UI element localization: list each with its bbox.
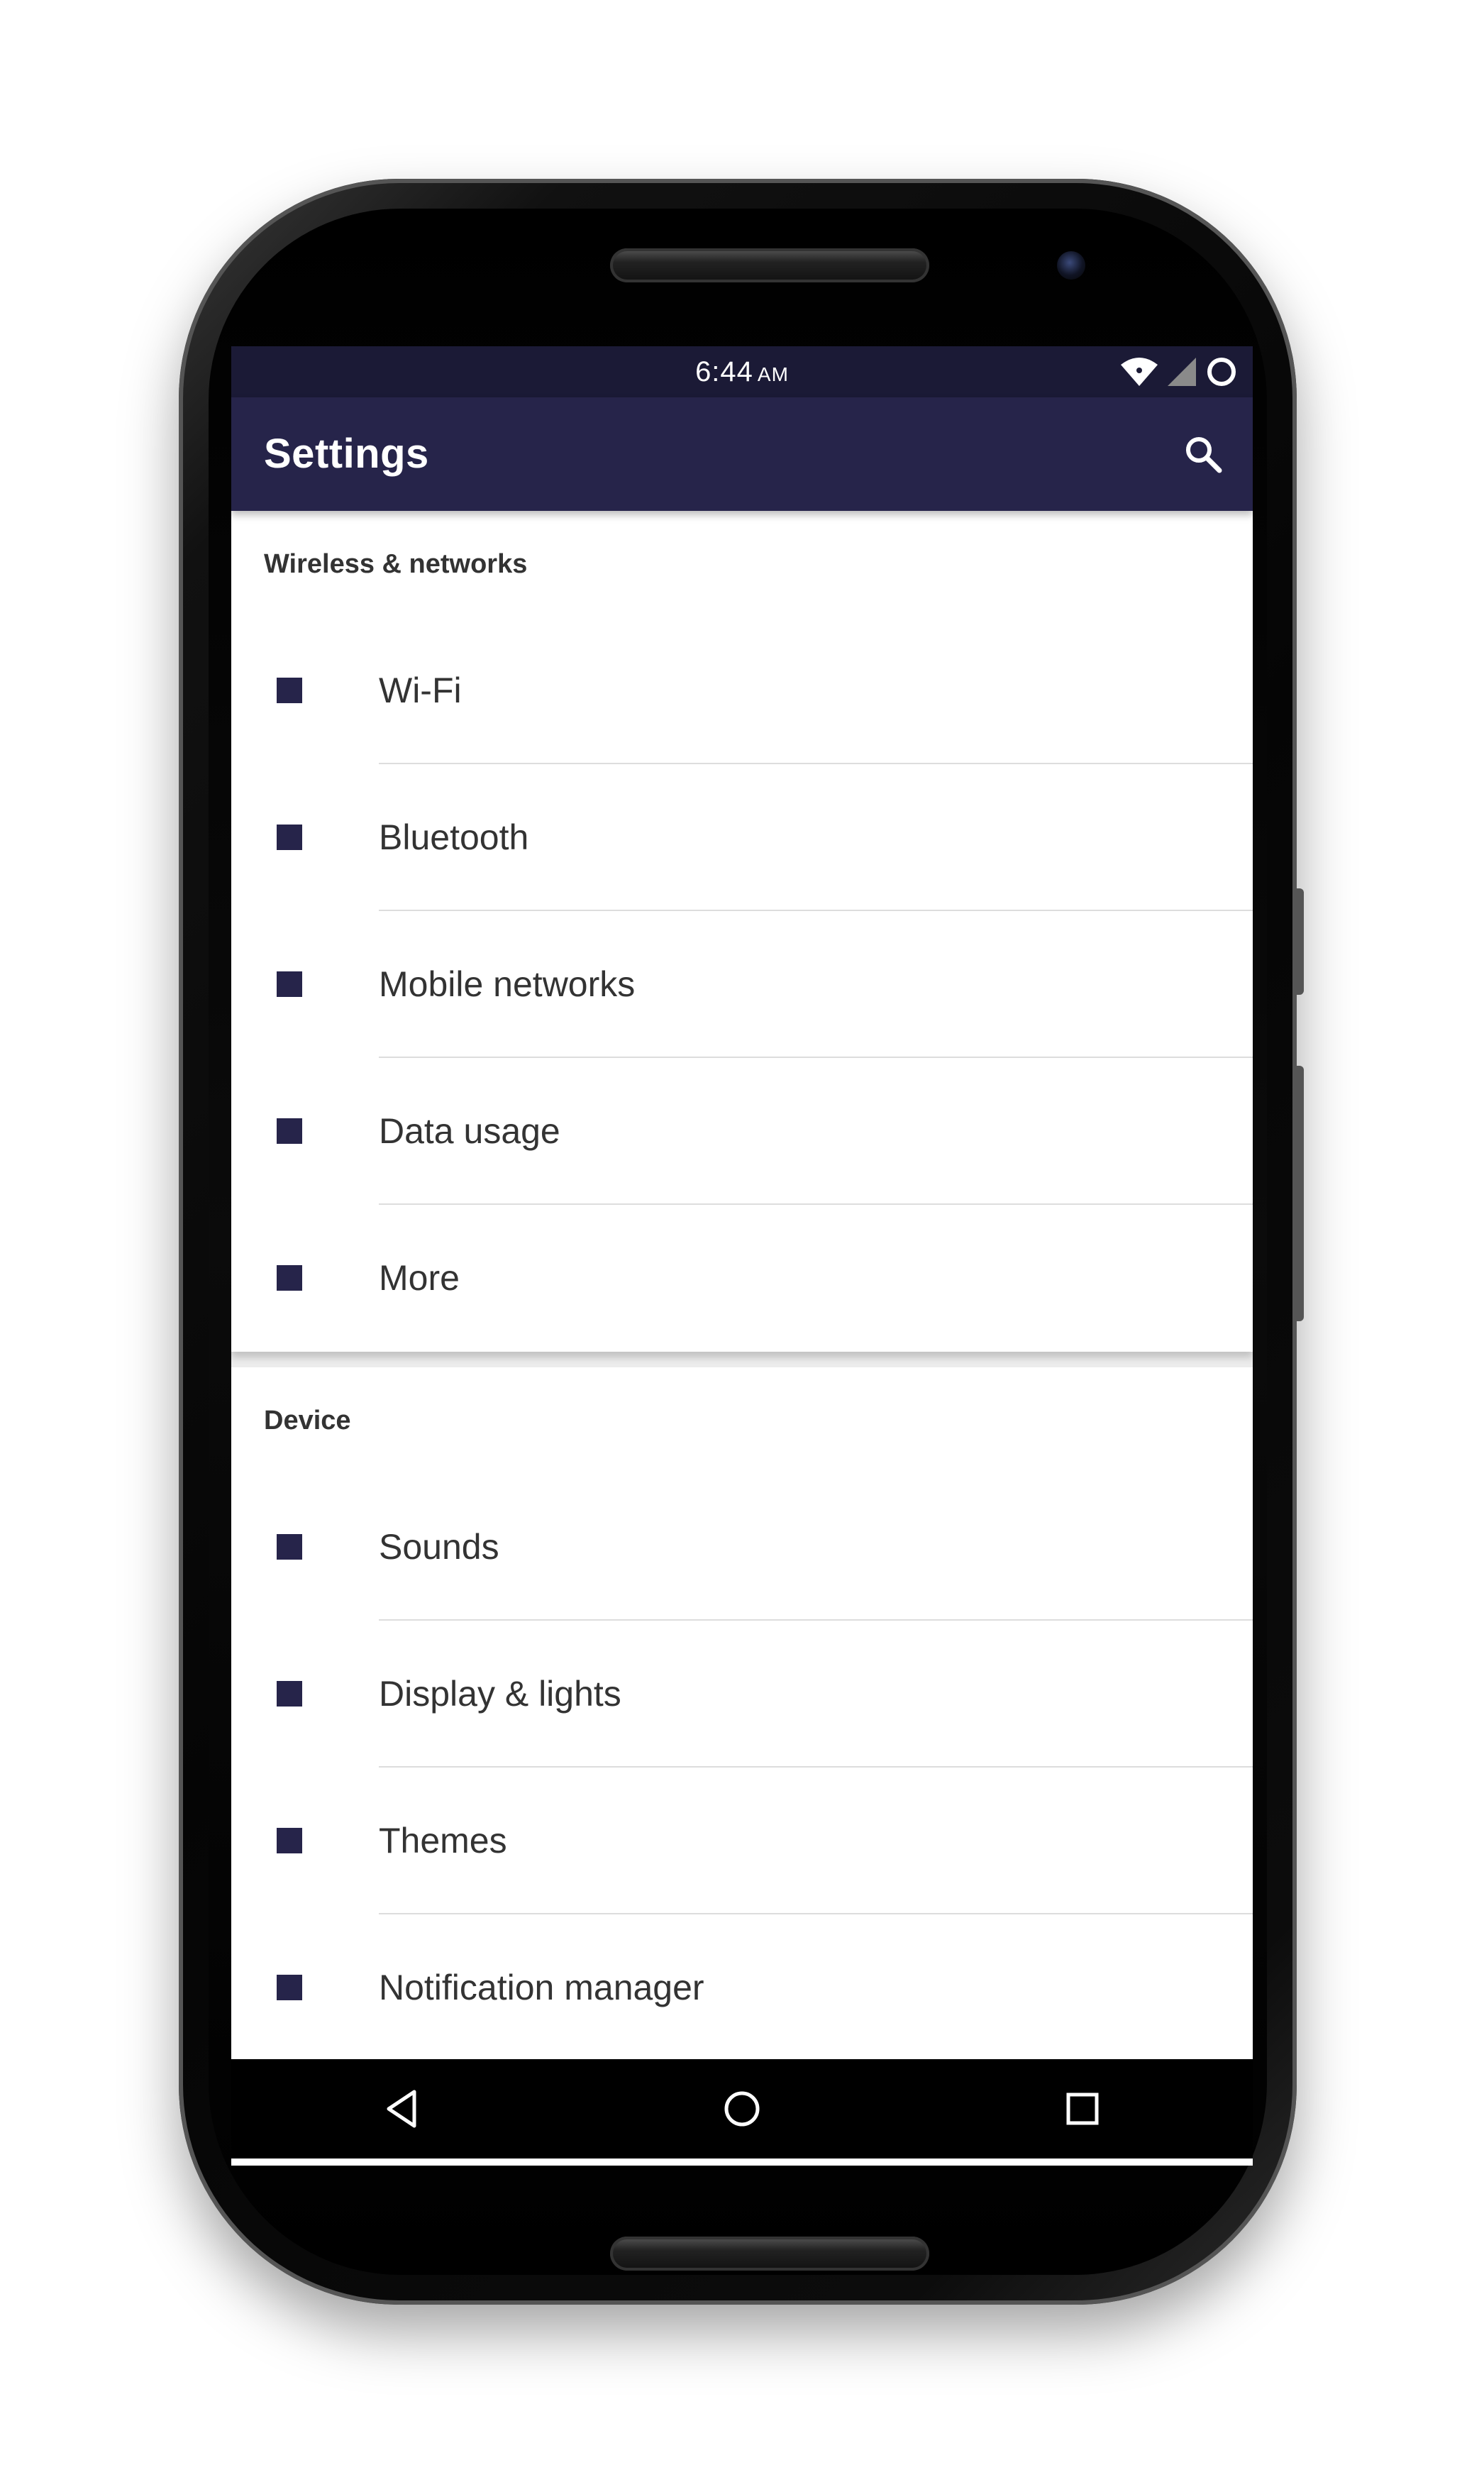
front-camera <box>1057 251 1085 280</box>
app-bar: Settings <box>231 397 1253 511</box>
display-icon <box>277 1681 302 1707</box>
settings-item-label: Sounds <box>379 1527 499 1567</box>
wifi-icon <box>1121 358 1158 386</box>
status-time-ampm: AM <box>757 363 789 385</box>
page-title: Settings <box>264 431 429 477</box>
settings-item-label: Display & lights <box>379 1674 621 1714</box>
settings-item-label: Bluetooth <box>379 817 529 857</box>
settings-item-themes[interactable]: Themes <box>231 1768 1253 1914</box>
sounds-icon <box>277 1534 302 1560</box>
settings-item-label: Data usage <box>379 1111 560 1151</box>
section-wireless-networks: Wireless & networks Wi-Fi Bluetooth Mobi… <box>231 511 1253 1352</box>
more-icon <box>277 1265 302 1291</box>
section-device: Device Sounds Display & lights Themes Notifi… <box>231 1367 1253 2166</box>
home-button[interactable] <box>699 2066 785 2151</box>
settings-item-mobile-networks[interactable]: Mobile networks <box>231 911 1253 1058</box>
settings-item-label: More <box>379 1258 460 1298</box>
back-button[interactable] <box>359 2066 444 2151</box>
recents-button[interactable] <box>1040 2066 1125 2151</box>
settings-item-display-lights[interactable]: Display & lights <box>231 1621 1253 1768</box>
volume-rocker <box>1297 1066 1304 1321</box>
section-header: Device <box>264 1406 351 1435</box>
section-header: Wireless & networks <box>264 549 528 579</box>
back-icon <box>387 2090 416 2128</box>
status-icons <box>1119 356 1239 387</box>
top-speaker <box>610 248 929 282</box>
status-bar: 6:44 AM <box>231 346 1253 397</box>
settings-item-wifi[interactable]: Wi-Fi <box>231 617 1253 764</box>
settings-item-data-usage[interactable]: Data usage <box>231 1058 1253 1205</box>
cell-signal-icon <box>1168 358 1196 386</box>
notification-icon <box>277 1975 302 2000</box>
section-gap <box>231 1352 1253 1367</box>
settings-item-notification-manager[interactable]: Notification manager <box>231 1914 1253 2061</box>
settings-item-more[interactable]: More <box>231 1205 1253 1352</box>
battery-icon <box>1207 358 1236 386</box>
themes-icon <box>277 1828 302 1853</box>
settings-item-label: Notification manager <box>379 1968 704 2007</box>
bluetooth-settings-icon <box>277 825 302 850</box>
settings-item-label: Wi-Fi <box>379 671 462 710</box>
screen: 6:44 AM Settings Wireless & networks Wi-… <box>231 346 1253 2166</box>
settings-item-sounds[interactable]: Sounds <box>231 1474 1253 1621</box>
settings-item-label: Themes <box>379 1821 507 1860</box>
search-icon <box>1186 437 1222 473</box>
home-icon <box>724 2091 760 2127</box>
power-button <box>1297 888 1304 995</box>
status-time: 6:44 AM <box>231 346 1253 397</box>
bottom-speaker <box>610 2237 929 2271</box>
settings-item-bluetooth[interactable]: Bluetooth <box>231 764 1253 911</box>
recents-icon <box>1066 2093 1099 2125</box>
wifi-settings-icon <box>277 678 302 703</box>
status-time-value: 6:44 <box>695 356 753 387</box>
nav-bar <box>231 2059 1253 2159</box>
data-usage-icon <box>277 1118 302 1144</box>
settings-item-label: Mobile networks <box>379 964 636 1004</box>
search-button[interactable] <box>1175 426 1231 483</box>
mobile-networks-icon <box>277 971 302 997</box>
